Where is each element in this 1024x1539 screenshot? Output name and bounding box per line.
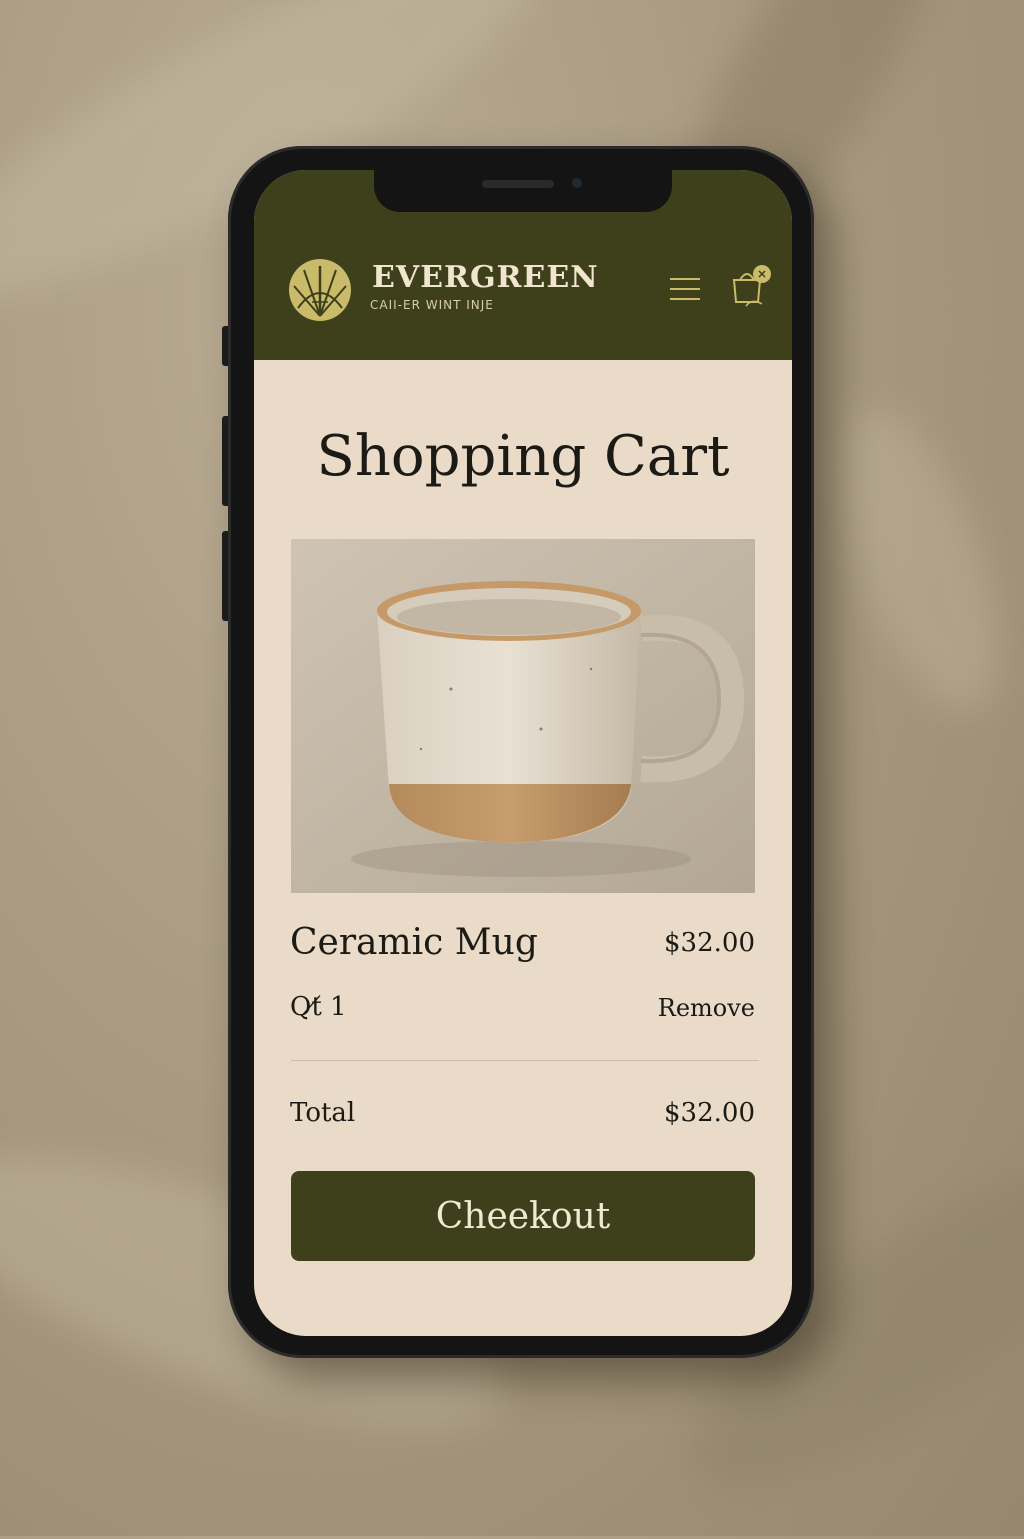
brand-tagline: CAII-ER WINT INJE [370,298,494,312]
cart-item-name[interactable]: Ceramic Mug [290,922,538,963]
hamburger-menu-icon[interactable] [668,274,702,304]
total-value: $32.00 [664,1098,755,1128]
phone-device: EVERGREEN CAII-ER WINT INJE Shopping Car… [222,146,814,1358]
shopping-bag-icon[interactable] [730,262,774,312]
checkout-button[interactable]: Cheekout [291,1171,755,1261]
ceramic-mug-photo[interactable] [291,539,755,893]
front-camera [572,178,582,188]
leaf-shell-icon[interactable] [288,258,352,322]
cart-item-quantity[interactable]: Qt̸ 1 [290,992,347,1022]
remove-item-link[interactable]: Remove [658,994,755,1022]
phone-notch [374,170,672,212]
phone-volume-up [222,416,228,506]
brand-name: EVERGREEN [372,260,599,295]
divider [291,1060,759,1061]
speaker-grille [482,180,554,188]
phone-volume-down [222,531,228,621]
phone-screen: EVERGREEN CAII-ER WINT INJE Shopping Car… [254,170,792,1336]
phone-silent-switch [222,326,228,366]
page-title: Shopping Cart [316,424,730,489]
cart-item-price: $32.00 [664,928,755,958]
total-label: Total [290,1098,356,1128]
